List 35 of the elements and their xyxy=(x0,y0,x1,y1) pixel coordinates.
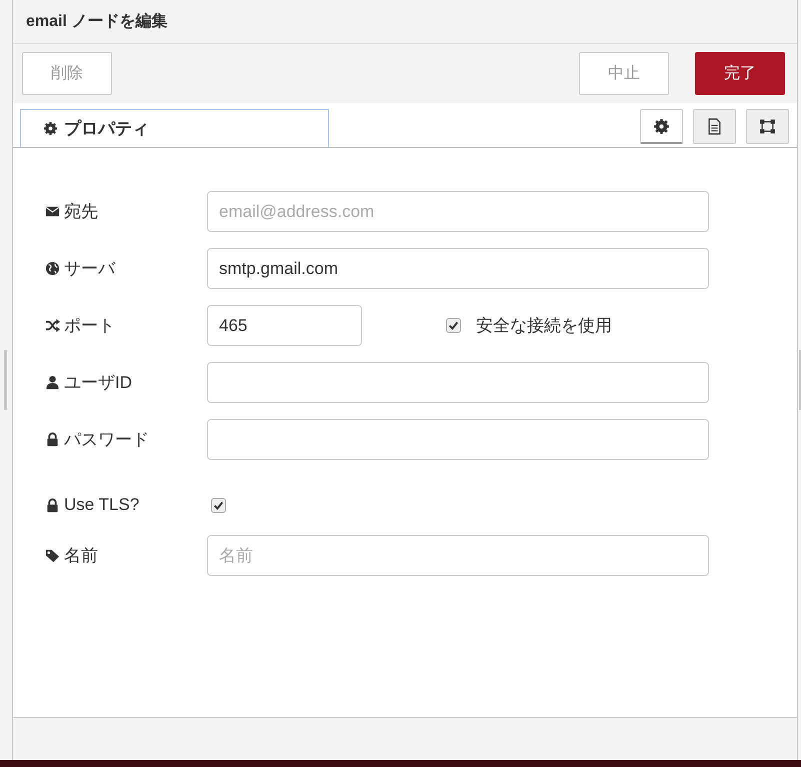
resize-handle[interactable] xyxy=(799,350,801,410)
gear-icon xyxy=(43,121,58,136)
input-field[interactable]: 465 xyxy=(207,305,362,346)
frame-icon xyxy=(759,118,776,135)
field-label: 宛先 xyxy=(64,201,98,223)
resize-handle[interactable] xyxy=(4,350,7,410)
shuffle-icon xyxy=(45,318,60,333)
document-icon xyxy=(706,118,723,135)
description-button[interactable] xyxy=(693,109,736,144)
checkbox[interactable] xyxy=(211,498,226,512)
field-label: ポート xyxy=(64,315,115,337)
user-icon xyxy=(45,375,60,390)
field-label: ユーザID xyxy=(64,372,132,394)
field-label: Use TLS? xyxy=(64,495,140,515)
input-field[interactable] xyxy=(207,362,709,403)
appearance-button[interactable] xyxy=(746,109,789,144)
lock-icon xyxy=(45,498,60,512)
properties-tab[interactable]: プロパティ xyxy=(20,109,329,147)
globe-icon xyxy=(45,261,60,276)
checkbox[interactable] xyxy=(446,318,461,333)
done-button[interactable]: 完了 xyxy=(695,52,785,95)
gear-icon xyxy=(653,118,670,134)
field-label: 名前 xyxy=(64,545,98,567)
input-field[interactable]: email@address.com xyxy=(207,191,709,232)
lock-icon xyxy=(45,432,60,447)
input-field[interactable]: 名前 xyxy=(207,535,709,576)
envelope-icon xyxy=(45,204,60,219)
tag-icon xyxy=(45,548,60,563)
field-label: サーバ xyxy=(64,258,115,280)
checkbox-label: 安全な接続を使用 xyxy=(476,315,612,337)
field-label: パスワード xyxy=(64,429,149,451)
panel-title: email ノードを編集 xyxy=(13,0,797,44)
settings-button[interactable] xyxy=(640,109,683,144)
input-field[interactable]: smtp.gmail.com xyxy=(207,248,709,289)
input-field[interactable] xyxy=(207,419,709,460)
